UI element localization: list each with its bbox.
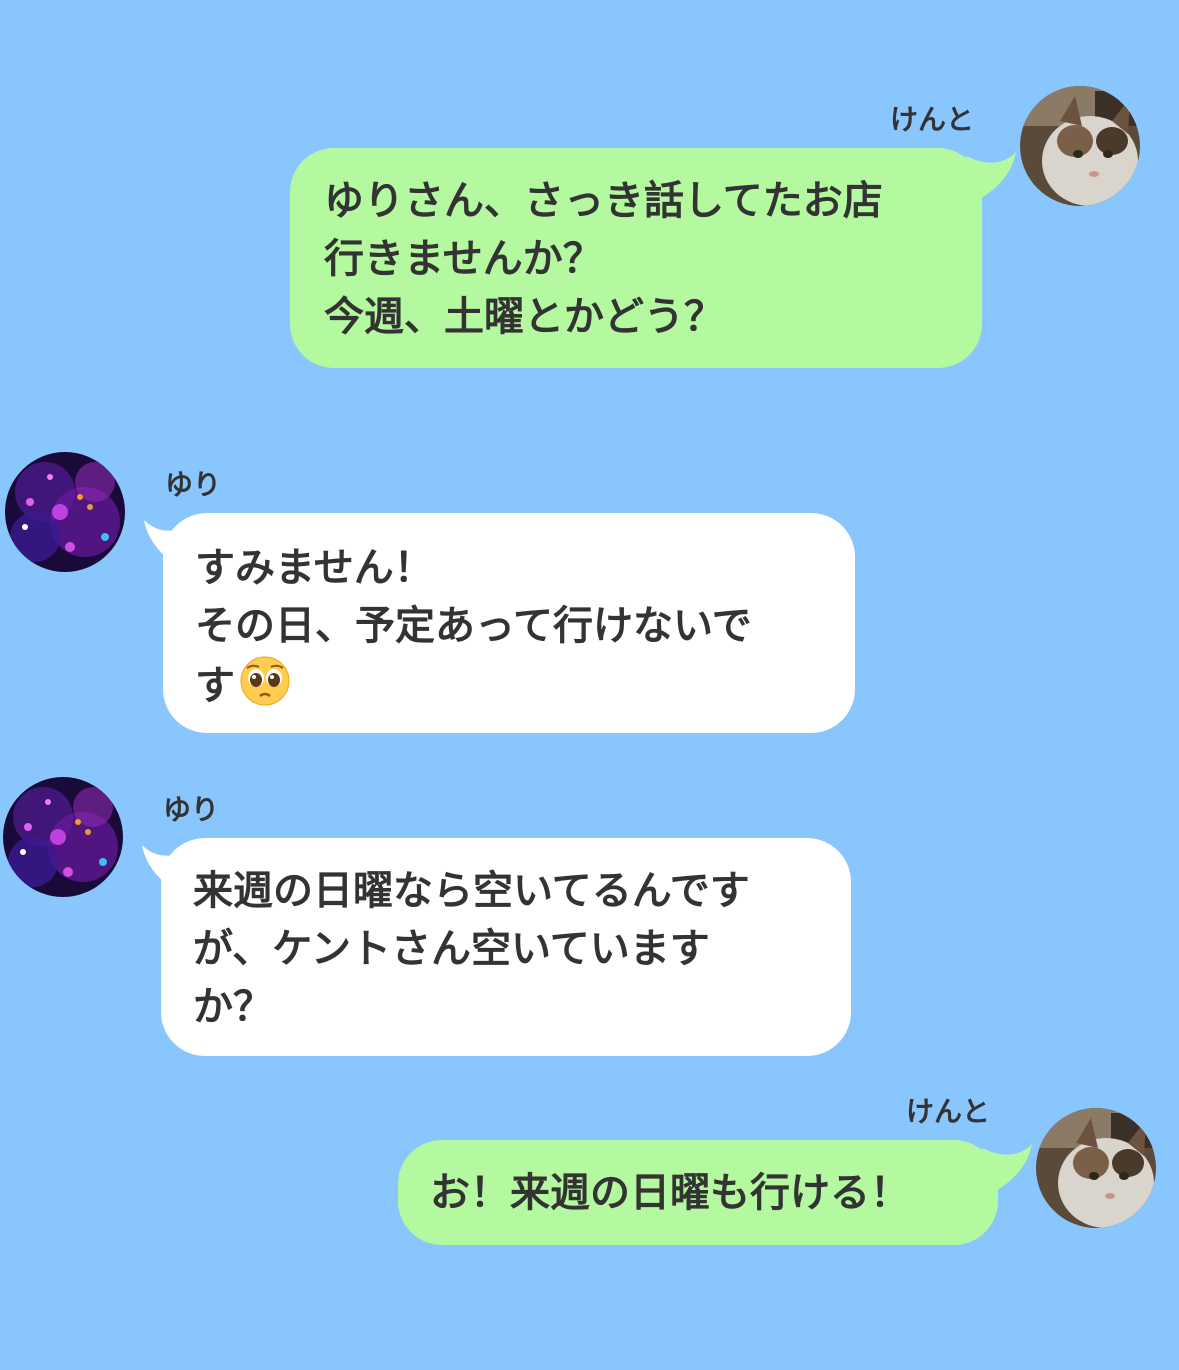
message-text: が、ケントさん空いています [193,926,710,972]
message-text: ゆりさん、さっき話してたお店 [324,178,883,224]
galaxy-avatar[interactable] [3,777,123,897]
message-text: すみません！ [195,545,434,591]
pleading-face-emoji [240,656,290,706]
sender-name: ゆり [165,468,222,501]
message-text: 今週、土曜とかどう？ [324,294,724,340]
galaxy-avatar[interactable] [5,452,125,572]
message-bubble[interactable]: お！来週の日曜も行ける！ [398,1140,998,1245]
sender-name: けんと [890,103,975,136]
message-bubble[interactable]: ゆりさん、さっき話してたお店 行きませんか？ 今週、土曜とかどう？ [290,148,982,368]
message-text: す [195,663,235,709]
cat-avatar[interactable] [1036,1108,1156,1228]
message-bubble[interactable]: 来週の日曜なら空いてるんです が、ケントさん空いています か？ [161,838,851,1056]
message-text: 行きませんか？ [324,236,603,282]
message-text: か？ [193,984,273,1030]
sender-name: ゆり [163,793,220,826]
message-text: 来週の日曜なら空いてるんです [193,868,750,914]
message-bubble[interactable]: すみません！ その日、予定あって行けないで す [163,513,855,733]
message-last-line: す [195,655,855,715]
cat-avatar[interactable] [1020,86,1140,206]
sender-name: けんと [906,1095,991,1128]
message-text: お！来週の日曜も行ける！ [430,1170,910,1216]
chat-area: けんと ゆりさん、さっき話してたお店 行きませんか？ 今週、土曜とかどう？ ゆり… [0,0,1179,1370]
message-text: その日、予定あって行けないで [195,603,752,649]
